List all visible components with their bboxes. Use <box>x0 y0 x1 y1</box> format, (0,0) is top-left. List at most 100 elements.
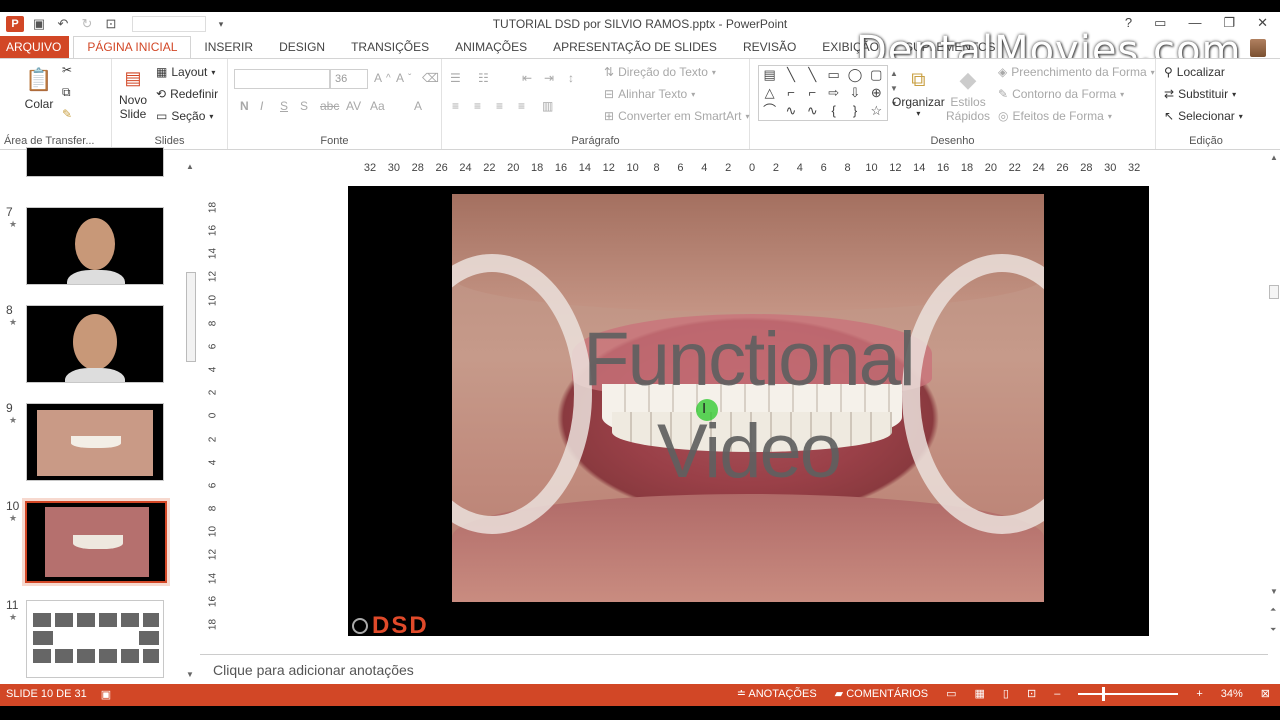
scroll-up-icon[interactable]: ▲ <box>186 162 194 171</box>
tab-transitions[interactable]: TRANSIÇÕES <box>338 40 442 58</box>
tab-design[interactable]: DESIGN <box>266 40 338 58</box>
down-arrow-shape-icon[interactable]: ⇩ <box>844 84 865 102</box>
zoom-out-icon[interactable]: – <box>1054 688 1060 700</box>
zoom-slider[interactable] <box>1078 686 1179 701</box>
slide-title-line-2[interactable]: Video <box>348 408 1149 495</box>
underline-button[interactable]: S <box>280 99 288 113</box>
shape-outline-button[interactable]: ✎ Contorno da Forma ▾ <box>998 87 1124 101</box>
bold-button[interactable]: N <box>240 99 249 113</box>
avatar[interactable] <box>1250 39 1266 57</box>
tab-slideshow[interactable]: APRESENTAÇÃO DE SLIDES <box>540 40 730 58</box>
normal-view-icon[interactable]: ▭ <box>946 687 956 700</box>
slideshow-view-icon[interactable]: ⊡ <box>1027 687 1036 700</box>
zoom-slider-knob[interactable] <box>1102 686 1106 701</box>
format-painter-icon[interactable]: ✎ <box>62 107 72 121</box>
paste-button[interactable]: 📋 Colar <box>24 65 54 111</box>
tab-animations[interactable]: ANIMAÇÕES <box>442 40 540 58</box>
justify-icon[interactable]: ≡ <box>518 99 525 113</box>
more-shapes-icon[interactable]: ⊕ <box>866 84 887 102</box>
scroll-down-icon[interactable]: ▼ <box>1270 587 1278 596</box>
scrollbar-thumb[interactable] <box>186 272 196 362</box>
layout-button[interactable]: ▦ Layout ▾ <box>156 65 215 79</box>
shrink-font-icon[interactable]: Aˇ <box>396 71 411 85</box>
cut-icon[interactable]: ✂ <box>62 63 72 77</box>
slide-sorter-icon[interactable]: ▦ <box>975 687 985 700</box>
star-shape-icon[interactable]: ☆ <box>866 102 887 120</box>
shape-fill-button[interactable]: ◈ Preenchimento da Forma ▾ <box>998 65 1155 79</box>
notes-placeholder[interactable]: Clique para adicionar anotações <box>213 662 414 678</box>
align-left-icon[interactable]: ≡ <box>452 99 459 113</box>
slide-thumb-7[interactable] <box>26 207 164 285</box>
scroll-down-icon[interactable]: ▼ <box>186 670 194 679</box>
brace-shape-icon[interactable]: { <box>823 102 844 120</box>
char-spacing-icon[interactable]: AV <box>346 99 361 113</box>
find-button[interactable]: ⚲ Localizar <box>1164 65 1225 79</box>
notes-pane[interactable]: Clique para adicionar anotações <box>200 654 1268 684</box>
text-direction-button[interactable]: ⇅ Direção do Texto ▾ <box>604 65 716 79</box>
strikethrough-icon[interactable]: abc <box>320 99 339 113</box>
slide-canvas[interactable]: Functional Video DSD <box>348 186 1149 636</box>
decrease-indent-icon[interactable]: ⇤ <box>522 71 532 85</box>
tab-review[interactable]: REVISÃO <box>730 40 809 58</box>
next-slide-icon[interactable]: ⏷ <box>1270 625 1276 635</box>
numbering-icon[interactable]: ☷ <box>478 71 489 85</box>
replace-button[interactable]: ⇄ Substituir ▾ <box>1164 87 1236 101</box>
connector-shape-icon[interactable]: ⌐ <box>802 84 823 102</box>
shadow-button[interactable]: S <box>300 99 308 113</box>
line-spacing-icon[interactable]: ↕ <box>568 71 574 85</box>
clear-format-icon[interactable]: ⌫ <box>422 71 439 85</box>
select-button[interactable]: ↖ Selecionar ▾ <box>1164 109 1243 123</box>
textbox-shape-icon[interactable]: ▤ <box>759 66 780 84</box>
slide-thumb-9[interactable] <box>26 403 164 481</box>
triangle-shape-icon[interactable]: △ <box>759 84 780 102</box>
font-size-dropdown[interactable]: 36 <box>330 69 368 89</box>
grow-font-icon[interactable]: A ^ <box>374 71 391 85</box>
connector-shape-icon[interactable]: ⌐ <box>780 84 801 102</box>
tab-insert[interactable]: INSERIR <box>191 40 266 58</box>
align-center-icon[interactable]: ≡ <box>474 99 481 113</box>
main-scrollbar[interactable]: ▲ ▼ ⏶ ⏷ <box>1268 151 1280 684</box>
italic-button[interactable]: I <box>260 99 263 113</box>
brace-shape-icon[interactable]: } <box>844 102 865 120</box>
comments-toggle-button[interactable]: ▰ COMENTÁRIOS <box>835 687 928 700</box>
slide-thumb-6[interactable] <box>26 147 164 177</box>
align-text-button[interactable]: ⊟ Alinhar Texto ▾ <box>604 87 695 101</box>
curve-shape-icon[interactable]: ∿ <box>780 102 801 120</box>
increase-indent-icon[interactable]: ⇥ <box>544 71 554 85</box>
change-case-icon[interactable]: Aa <box>370 99 385 113</box>
shapes-gallery[interactable]: ▤ ╲ ╲ ▭ ◯ ▢ △ ⌐ ⌐ ⇨ ⇩ ⊕ ⌒ ∿ ∿{} ☆ <box>758 65 888 121</box>
tab-home[interactable]: PÁGINA INICIAL <box>73 36 192 58</box>
notes-toggle-button[interactable]: ≐ ANOTAÇÕES <box>737 687 817 700</box>
right-arrow-shape-icon[interactable]: ⇨ <box>823 84 844 102</box>
smartart-button[interactable]: ⊞ Converter em SmartArt ▾ <box>604 109 749 123</box>
shape-effects-button[interactable]: ◎ Efeitos de Forma ▾ <box>998 109 1112 123</box>
spellcheck-icon[interactable]: ▣ <box>101 688 111 701</box>
slide-thumb-10-selected[interactable] <box>22 498 170 586</box>
slide-title-line-1[interactable]: Functional <box>348 316 1149 403</box>
scrollbar-thumb[interactable] <box>1269 285 1279 299</box>
bullets-icon[interactable]: ☰ <box>450 71 461 85</box>
rect-shape-icon[interactable]: ▭ <box>823 66 844 84</box>
font-name-dropdown[interactable] <box>234 69 330 89</box>
section-button[interactable]: ▭ Seção ▾ <box>156 109 213 123</box>
close-icon[interactable]: ✕ <box>1257 15 1268 31</box>
align-right-icon[interactable]: ≡ <box>496 99 503 113</box>
arrange-button[interactable]: ⧉ Organizar ▾ <box>892 65 945 119</box>
prev-slide-icon[interactable]: ⏶ <box>1270 605 1276 615</box>
zoom-in-icon[interactable]: + <box>1196 688 1202 700</box>
curve-shape-icon[interactable]: ∿ <box>802 102 823 120</box>
slide-thumb-8[interactable] <box>26 305 164 383</box>
thumbnails-scrollbar[interactable]: ▲ ▼ <box>184 162 198 687</box>
tab-file[interactable]: ARQUIVO <box>0 36 70 58</box>
slide-thumb-11[interactable] <box>26 600 164 678</box>
copy-icon[interactable]: ⧉ <box>62 85 71 100</box>
columns-icon[interactable]: ▥ <box>542 99 553 113</box>
fit-slide-icon[interactable]: ⊠ <box>1261 687 1270 700</box>
reading-view-icon[interactable]: ▯ <box>1003 687 1009 700</box>
quick-styles-button[interactable]: ◆ Estilos Rápidos <box>946 65 990 123</box>
oval-shape-icon[interactable]: ◯ <box>844 66 865 84</box>
line-shape-icon[interactable]: ╲ <box>802 66 823 84</box>
font-color-icon[interactable]: A <box>414 99 422 113</box>
rounded-rect-shape-icon[interactable]: ▢ <box>866 66 887 84</box>
new-slide-button[interactable]: ▤ Novo Slide <box>118 63 148 122</box>
